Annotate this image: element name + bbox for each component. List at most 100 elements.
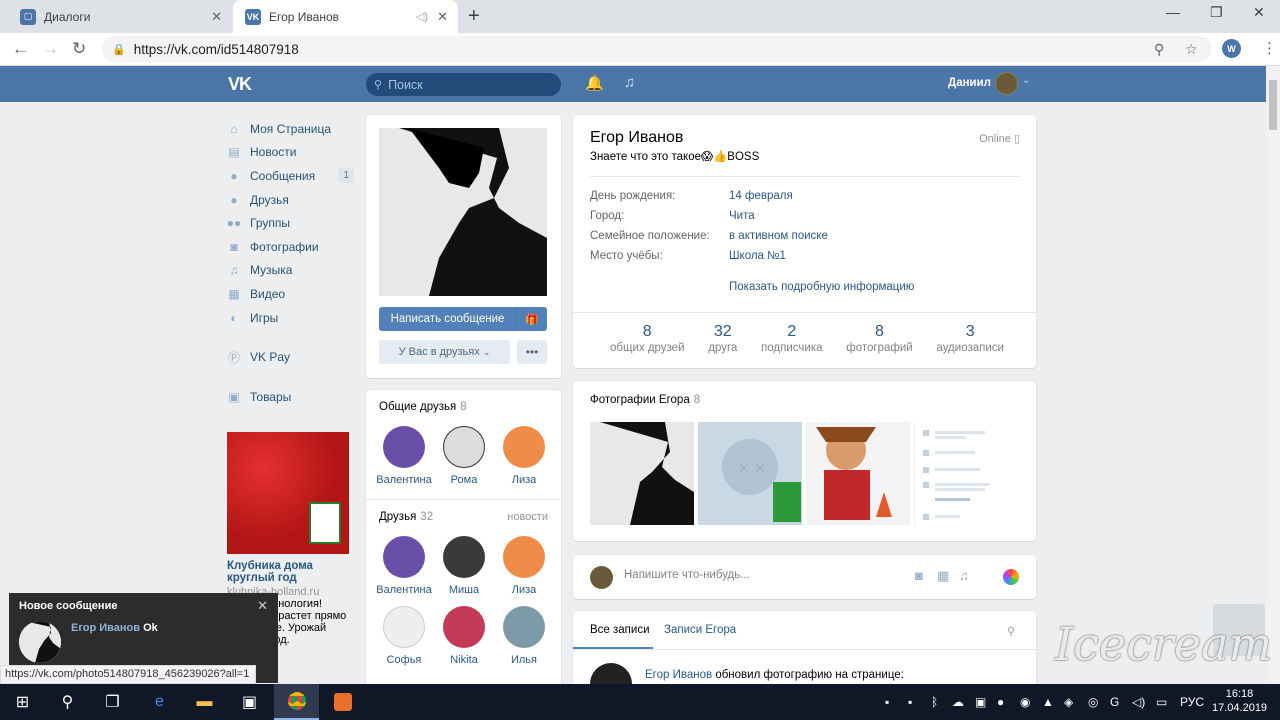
tab-profile[interactable]: VK Егор Иванов ◁) ✕ [233, 0, 458, 33]
photos-header[interactable]: Фотографии Егора 8 [590, 394, 700, 406]
gift-icon[interactable]: 🎁 [516, 307, 547, 331]
back-icon[interactable]: ← [12, 39, 29, 59]
counter-mutual[interactable]: 8 общих друзей [610, 323, 685, 354]
address-bar[interactable]: 🔒 https://vk.com/id514807918 ⚲ ☆ [102, 36, 1212, 62]
bell-icon[interactable]: 🔔 [585, 74, 604, 92]
friend-item[interactable]: Рома [434, 426, 494, 486]
photo-thumb[interactable] [914, 422, 1018, 525]
tray-icon[interactable]: ◈ [1064, 695, 1073, 709]
minimize-icon[interactable]: — [1166, 4, 1180, 20]
photo-thumb[interactable] [590, 422, 694, 525]
tray-icon[interactable]: ▣ [975, 695, 986, 709]
maximize-icon[interactable]: ❐ [1210, 4, 1223, 21]
edge-icon[interactable]: e [137, 684, 182, 720]
video-icon[interactable]: ▦ [937, 568, 949, 584]
friend-item[interactable]: Лиза [494, 536, 554, 596]
nav-item-music[interactable]: ♫ Музыка [227, 259, 357, 283]
browser-menu-icon[interactable]: ⋮ [1262, 39, 1277, 57]
extension-icon[interactable]: W [1222, 39, 1241, 58]
nav-item-friends[interactable]: ● Друзья [227, 188, 357, 212]
nav-item-my-page[interactable]: ⌂ Моя Страница [227, 117, 357, 141]
nav-item-news[interactable]: ▤ Новости [227, 141, 357, 165]
zoom-icon[interactable]: ⚲ [1154, 41, 1164, 58]
post-input[interactable]: Напишите что-нибудь... [624, 569, 750, 581]
bookmark-star-icon[interactable]: ☆ [1185, 41, 1198, 58]
network-icon[interactable]: ▭ [1156, 695, 1167, 709]
cloud-icon[interactable]: ☁ [952, 695, 964, 709]
graffiti-icon[interactable] [1003, 569, 1019, 585]
friend-item[interactable]: Илья [494, 606, 554, 666]
counter-followers[interactable]: 2 подписчика [761, 323, 822, 354]
friends-header[interactable]: Друзья 32 [379, 511, 433, 523]
tray-icon[interactable]: ◎ [1088, 695, 1098, 709]
windows-start-icon[interactable]: ⊞ [0, 684, 45, 720]
write-message-button[interactable]: Написать сообщение [379, 307, 516, 331]
friends-news-link[interactable]: новости [507, 511, 548, 523]
tray-icon[interactable]: G [1110, 695, 1119, 709]
page-scrollbar[interactable] [1266, 66, 1280, 684]
photo-thumb[interactable]: × × [698, 422, 802, 525]
nav-item-photos[interactable]: ◙ Фотографии [227, 235, 357, 259]
header-user-name[interactable]: Даниил [948, 77, 991, 89]
friend-item[interactable]: Миша [434, 536, 494, 596]
music-icon[interactable]: ♫ [959, 568, 969, 583]
nav-item-video[interactable]: ▦ Видео [227, 282, 357, 306]
nav-item-vkpay[interactable]: Ⓟ VK Pay [227, 345, 357, 369]
nav-item-messages[interactable]: ● Сообщения 1 [227, 164, 357, 188]
nav-item-goods[interactable]: ▣ Товары [227, 385, 357, 409]
friend-item[interactable]: Софья [374, 606, 434, 666]
close-window-icon[interactable]: ✕ [1253, 4, 1265, 21]
photo-thumb[interactable] [806, 422, 910, 525]
nav-item-groups[interactable]: ●● Группы [227, 211, 357, 235]
tab-user-posts[interactable]: Записи Егора [664, 624, 736, 636]
tray-icon[interactable]: ▪ [908, 695, 912, 709]
tray-icon[interactable]: ▪ [885, 695, 889, 709]
avatar [503, 606, 545, 648]
tab-dialogs[interactable]: ▢ Диалоги ✕ [8, 0, 232, 33]
tray-icon[interactable]: ● [997, 695, 1004, 709]
reload-icon[interactable]: ↻ [72, 39, 86, 59]
forward-icon[interactable]: → [42, 39, 59, 59]
friend-item[interactable]: Валентина [374, 426, 434, 486]
search-icon[interactable]: ⚲ [1007, 624, 1015, 638]
close-tab-icon[interactable]: ✕ [211, 9, 222, 25]
nav-item-games[interactable]: ◐ Игры [227, 306, 357, 330]
explorer-icon[interactable]: ▬ [182, 684, 227, 720]
volume-icon[interactable]: ◁) [1132, 695, 1145, 709]
friend-item[interactable]: Лиза [494, 426, 554, 486]
camera-icon[interactable]: ◙ [915, 568, 923, 583]
language-indicator[interactable]: РУС [1180, 695, 1204, 709]
ad-image[interactable] [227, 432, 349, 554]
ad-title[interactable]: Клубника дома круглый год [227, 560, 349, 584]
bluetooth-icon[interactable]: ᛒ [931, 695, 938, 709]
chevron-down-icon[interactable]: ⌄ [1022, 75, 1030, 86]
task-view-icon[interactable]: ❐ [90, 684, 135, 720]
tray-icon[interactable]: ◉ [1020, 695, 1030, 709]
mutual-friends-header[interactable]: Общие друзья 8 [379, 401, 467, 413]
friend-item[interactable]: Валентина [374, 536, 434, 596]
counter-friends[interactable]: 32 друга [708, 323, 737, 354]
counter-photos[interactable]: 8 фотографий [846, 323, 912, 354]
scrollbar-thumb[interactable] [1269, 80, 1277, 130]
profile-photo[interactable] [379, 128, 547, 296]
recorder-icon[interactable] [320, 684, 365, 720]
close-icon[interactable]: ✕ [257, 598, 268, 614]
search-input[interactable]: ⚲ Поиск [366, 73, 561, 96]
clock[interactable]: 16:18 17.04.2019 [1212, 687, 1267, 715]
more-actions-button[interactable]: ••• [517, 340, 547, 364]
close-tab-icon[interactable]: ✕ [437, 9, 448, 25]
chrome-icon[interactable] [274, 684, 319, 720]
friend-status-button[interactable]: У Вас в друзьях ⌄ [379, 340, 510, 364]
tab-all-posts[interactable]: Все записи [590, 624, 650, 636]
friend-item[interactable]: Nikita [434, 606, 494, 666]
header-avatar[interactable] [995, 72, 1018, 95]
search-icon[interactable]: ⚲ [45, 684, 90, 720]
speaker-icon[interactable]: ◁) [416, 10, 428, 23]
music-note-icon[interactable]: ♫ [624, 74, 635, 91]
show-more-info-link[interactable]: Показать подробную информацию [729, 281, 914, 293]
store-icon[interactable]: ▣ [227, 684, 272, 720]
vk-logo[interactable]: VK [228, 74, 252, 95]
tray-icon[interactable]: ▲ [1042, 695, 1054, 709]
counter-audio[interactable]: 3 аудиозаписи [936, 323, 1004, 354]
new-tab-button[interactable]: + [468, 5, 480, 28]
